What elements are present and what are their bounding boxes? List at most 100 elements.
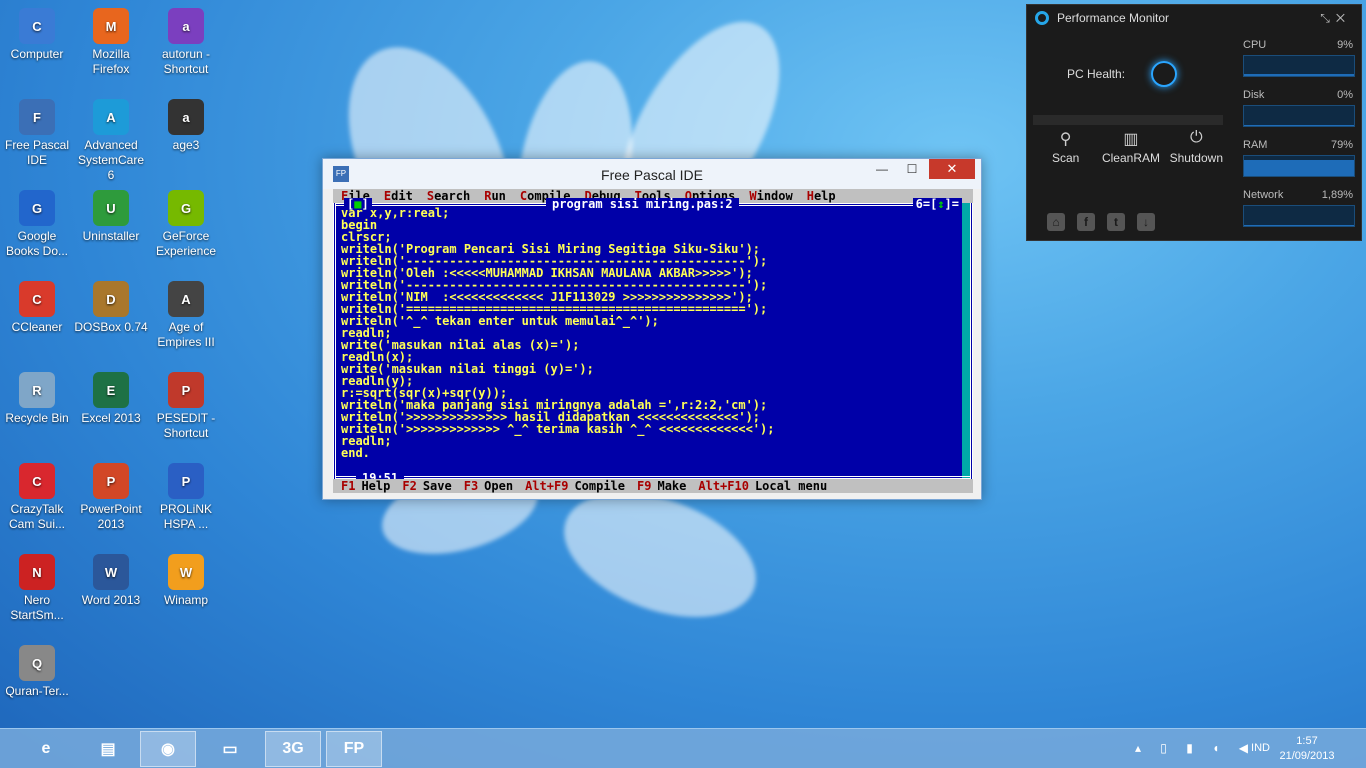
free-pascal-window[interactable]: FP Free Pascal IDE — ☐ ✕ File Edit Search R… [322, 158, 982, 500]
ide-menu-item[interactable]: Edit [384, 189, 413, 203]
home-icon[interactable]: ⌂ [1047, 213, 1065, 231]
maximize-button[interactable]: ☐ [897, 159, 927, 179]
desktop-icon[interactable]: C Computer [0, 8, 74, 62]
clock-time: 1:57 [1296, 735, 1318, 747]
status-item[interactable]: F1 Help [341, 479, 390, 493]
desktop-icon[interactable]: N Nero StartSm... [0, 554, 74, 623]
prolink-3g-icon[interactable]: 3G [265, 731, 321, 767]
status-item[interactable]: Alt+F10 Local menu [698, 479, 827, 493]
desktop-icon[interactable]: P PESEDIT - Shortcut [149, 372, 223, 441]
editor-window[interactable]: [■] program sisi miring.pas:2 6=[↕]= var… [333, 198, 973, 484]
desktop-icon-label: Nero StartSm... [10, 593, 64, 622]
metric-fill [1244, 160, 1354, 176]
menu-label: un [491, 189, 506, 203]
desktop-icon-label: Google Books Do... [5, 229, 69, 258]
desktop-icon[interactable]: W Winamp [149, 554, 223, 608]
status-item[interactable]: F2 Save [402, 479, 451, 493]
status-key: F3 [463, 479, 479, 493]
desktop-icon[interactable]: a age3 [149, 99, 223, 153]
app-icon: F [19, 99, 55, 135]
code-line: writeln('>>>>>>>>>>>>> ^_^ terima kasih … [341, 422, 775, 436]
language-indicator[interactable]: IND [1251, 742, 1270, 754]
status-item[interactable]: F3 Open [464, 479, 513, 493]
desktop-icon-label: Quran-Ter... [5, 684, 69, 698]
scan-button[interactable]: ⚲ Scan [1033, 129, 1098, 165]
code-line: writeln('^_^ tekan enter untuk memulai^_… [341, 314, 659, 328]
desktop-icon[interactable]: W Word 2013 [74, 554, 148, 608]
code-line: var x,y,r:real; [341, 206, 450, 220]
desktop-icon[interactable]: F Free Pascal IDE [0, 99, 74, 168]
close-button[interactable]: ✕ [929, 159, 975, 179]
desktop-icon[interactable]: a autorun - Shortcut [149, 8, 223, 77]
status-item[interactable]: Alt+F9 Compile [525, 479, 625, 493]
desktop-icon[interactable]: G GeForce Experience [149, 190, 223, 259]
app-icon: N [19, 554, 55, 590]
desktop-icon[interactable]: C CCleaner [0, 281, 74, 335]
desktop-icon-label: Free Pascal IDE [4, 138, 70, 167]
ide-menu-item[interactable]: Run [484, 189, 506, 203]
action-label: Shutdown [1169, 151, 1223, 165]
desktop-icon[interactable]: Q Quran-Ter... [0, 645, 74, 699]
tray-icons[interactable]: ▴ ▯ ▮ ◖ ◀ [1135, 741, 1256, 755]
desktop-icon[interactable]: E Excel 2013 [74, 372, 148, 426]
facebook-icon[interactable]: f [1077, 213, 1095, 231]
desktop-icon[interactable]: A Advanced SystemCare 6 [74, 99, 148, 183]
app-icon: C [19, 281, 55, 317]
desktop-icon[interactable]: U Uninstaller [74, 190, 148, 244]
metric-label: Disk [1243, 89, 1265, 101]
power-icon: ⏻ [1189, 129, 1203, 146]
desktop-icon-label: autorun - Shortcut [161, 47, 211, 76]
taskbar: e ▤ ◉ ▭ 3G FP ▴ ▯ ▮ ◖ ◀ IND 1:57 21/09/2013 [0, 728, 1366, 768]
file-explorer-icon[interactable]: ▤ [80, 731, 136, 767]
desktop-icon-label: Age of Empires III [157, 320, 215, 349]
status-label: Help [361, 479, 391, 493]
desktop-icon[interactable]: A Age of Empires III [149, 281, 223, 350]
app-icon: A [93, 99, 129, 135]
minimize-button[interactable]: — [867, 159, 897, 179]
status-key: F2 [402, 479, 417, 493]
free-pascal-icon[interactable]: FP [326, 731, 382, 767]
status-item[interactable]: F9 Make [637, 479, 686, 493]
app-icon: P [168, 463, 204, 499]
cleanram-button[interactable]: ▥ CleanRAM [1098, 129, 1163, 165]
ide-menu-item[interactable]: Search [427, 189, 470, 203]
metric-network: Network 1,89% [1233, 185, 1357, 235]
ide-menu-item[interactable]: Help [807, 189, 836, 203]
smiley-health-icon [1151, 61, 1177, 87]
ide-menu-item[interactable]: Window [749, 189, 792, 203]
clock[interactable]: 1:57 21/09/2013 [1272, 734, 1342, 764]
desktop-icon[interactable]: G Google Books Do... [0, 190, 74, 259]
desktop-icon[interactable]: M Mozilla Firefox [74, 8, 148, 77]
menu-hotkey: H [806, 189, 814, 203]
app-icon: D [93, 281, 129, 317]
editor-scrollbar[interactable] [962, 203, 970, 479]
desktop-icon[interactable]: R Recycle Bin [0, 372, 74, 426]
metric-fill [1244, 74, 1354, 76]
code-editor[interactable]: var x,y,r:real; begin clrscr; writeln('Prog… [341, 207, 956, 459]
perf-title: Performance Monitor [1057, 11, 1170, 25]
code-line: readln; [341, 434, 392, 448]
app-icon: P [93, 463, 129, 499]
advanced-systemcare-logo-icon [1035, 11, 1049, 25]
desktop-icon[interactable]: P PROLiNK HSPA ... [149, 463, 223, 532]
internet-explorer-icon[interactable]: e [18, 731, 74, 767]
firefox-icon[interactable]: ◉ [140, 731, 196, 767]
desktop-icon[interactable]: C CrazyTalk Cam Sui... [0, 463, 74, 532]
app-icon: R [19, 372, 55, 408]
app-icon: G [168, 190, 204, 226]
app-icon: A [168, 281, 204, 317]
code-line: write('masukan nilai tinggi (y)='); [341, 362, 594, 376]
desktop-icon[interactable]: D DOSBox 0.74 [74, 281, 148, 335]
twitter-icon[interactable]: t [1107, 213, 1125, 231]
perf-header: Performance Monitor ⤡✕ [1027, 5, 1361, 31]
shutdown-button[interactable]: ⏻ Shutdown [1164, 129, 1229, 165]
window-app-icon[interactable]: ▭ [202, 731, 258, 767]
download-icon[interactable]: ↓ [1137, 213, 1155, 231]
metric-graph [1243, 155, 1355, 177]
metric-label: CPU [1243, 39, 1267, 51]
app-icon: Q [19, 645, 55, 681]
window-titlebar[interactable]: FP Free Pascal IDE — ☐ ✕ [323, 159, 981, 189]
metric-label: Network [1243, 189, 1284, 201]
perf-window-controls[interactable]: ⤡✕ [1320, 5, 1351, 31]
desktop-icon[interactable]: P PowerPoint 2013 [74, 463, 148, 532]
